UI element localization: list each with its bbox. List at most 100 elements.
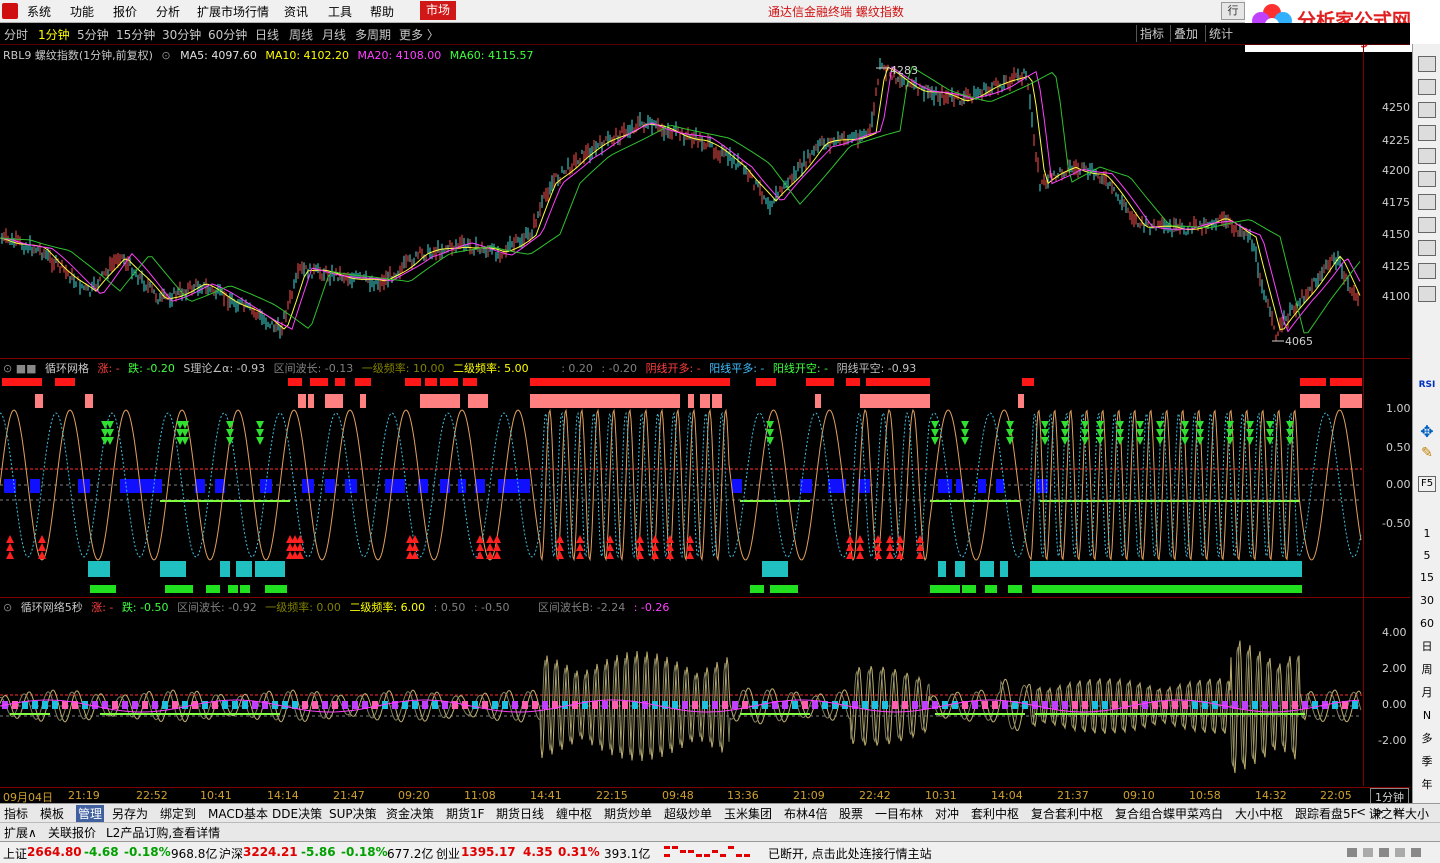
app-logo-icon[interactable] — [2, 3, 18, 19]
formula-tab[interactable]: 复合套利中枢 — [1031, 805, 1103, 822]
zero-block — [132, 701, 138, 709]
statistics-button[interactable]: 统计 — [1205, 25, 1236, 42]
sidebar-period[interactable]: 季 — [1416, 752, 1438, 771]
formula-tab[interactable]: 期货日线 — [496, 805, 544, 822]
overlay-button[interactable]: 叠加 — [1170, 25, 1201, 42]
market-button[interactable]: 市场 — [420, 1, 457, 20]
connection-status[interactable]: 已断开, 点击此处连接行情主站 — [768, 845, 932, 862]
formula-tab[interactable]: 指标 — [4, 805, 28, 822]
period-weekly[interactable]: 周线 — [289, 26, 313, 43]
signal-bar-pink — [530, 394, 680, 408]
sidebar-period[interactable]: 日 — [1416, 637, 1438, 656]
tab-extend[interactable]: 扩展∧ — [4, 824, 37, 841]
formula-tab[interactable]: 一目布林 — [875, 805, 923, 822]
sidebar-period[interactable]: 多 — [1416, 729, 1438, 748]
menu-extended-market[interactable]: 扩展市场行情 — [197, 3, 269, 20]
menu-function[interactable]: 功能 — [70, 3, 94, 20]
up-arrow — [846, 543, 854, 551]
period-more[interactable]: 更多 〉 — [399, 26, 439, 43]
zero-block — [602, 701, 608, 709]
rsi-icon[interactable]: RSI — [1416, 376, 1438, 395]
menu-quote[interactable]: 报价 — [113, 3, 137, 20]
sidebar-period[interactable]: 1 — [1416, 524, 1438, 543]
sidebar-period[interactable]: 月 — [1416, 683, 1438, 702]
down-arrow — [1096, 437, 1104, 445]
formula-tab[interactable]: 绑定到 — [160, 805, 196, 822]
candles-icon[interactable] — [1418, 194, 1436, 210]
formula-tab[interactable]: 布林4倍 — [784, 805, 828, 822]
date-tick: 22:52 — [136, 789, 168, 802]
zoom-icon[interactable] — [1418, 263, 1436, 279]
f5-icon[interactable]: F5 — [1418, 476, 1436, 492]
zero-block — [832, 701, 838, 709]
menu-news[interactable]: 资讯 — [284, 3, 308, 20]
formula-tab[interactable]: 股票 — [839, 805, 863, 822]
formula-tab[interactable]: 管理 — [76, 805, 105, 822]
formula-tab[interactable]: 缠中枢 — [556, 805, 592, 822]
period-15min[interactable]: 15分钟 — [116, 26, 155, 43]
formula-tab[interactable]: 期货炒单 — [604, 805, 652, 822]
menu-help[interactable]: 帮助 — [370, 3, 394, 20]
signal-bar-cyan — [1030, 561, 1302, 577]
menu-analysis[interactable]: 分析 — [156, 3, 180, 20]
period-1min[interactable]: 1分钟 — [38, 26, 70, 43]
formula-tab[interactable]: SUP决策 — [329, 805, 377, 822]
formula-tab[interactable]: 复合组合蝶甲菜鸡白 — [1115, 805, 1223, 822]
period-monthly[interactable]: 月线 — [322, 26, 346, 43]
sidebar-period[interactable]: 60 — [1416, 614, 1438, 633]
period-toolbar: 分时 1分钟 5分钟 15分钟 30分钟 60分钟 日线 周线 月线 多周期 更… — [0, 23, 1410, 45]
formula-tab[interactable]: 对冲 — [935, 805, 959, 822]
axis-tick: 4.00 — [1382, 626, 1407, 639]
table-icon[interactable] — [1418, 102, 1436, 118]
list-icon[interactable] — [1418, 79, 1436, 95]
tab-related-quote[interactable]: 关联报价 — [48, 824, 96, 841]
chart-icon[interactable] — [1418, 171, 1436, 187]
period-daily[interactable]: 日线 — [255, 26, 279, 43]
sidebar-period[interactable]: 年 — [1416, 775, 1438, 794]
period-60min[interactable]: 60分钟 — [208, 26, 247, 43]
pen-icon[interactable]: ✎ — [1416, 444, 1438, 463]
bars-icon[interactable] — [1418, 125, 1436, 141]
sidebar-period[interactable]: 15 — [1416, 568, 1438, 587]
sidebar-period[interactable]: 周 — [1416, 660, 1438, 679]
main-chart-panel[interactable]: RBL9 螺纹指数(1分钟,前复权) ⊙ MA5: 4097.60 MA10: … — [0, 45, 1410, 359]
signal-bar-red — [425, 378, 437, 386]
move-icon[interactable]: ✥ — [1416, 422, 1438, 441]
formula-tab[interactable]: 期货1F — [446, 805, 485, 822]
sidebar-period[interactable]: 30 — [1416, 591, 1438, 610]
indicator-button[interactable]: 指标 — [1136, 25, 1167, 42]
period-multi[interactable]: 多周期 — [355, 26, 391, 43]
indicator-panel-2[interactable]: ⊙ 循环网络5秒 涨: - 跌: -0.50 区间波长: -0.92 一级频率:… — [0, 598, 1410, 786]
tick-icon[interactable] — [1418, 286, 1436, 302]
compare-icon[interactable] — [1418, 240, 1436, 256]
hs-name: 沪深 — [219, 847, 244, 861]
formula-tab[interactable]: 跟踪看盘5F — [1295, 805, 1358, 822]
indicator-panel-1[interactable]: ⊙ ■■ 循环网格 涨: - 跌: -0.20 S理论∠α: -0.93 区间波… — [0, 359, 1411, 598]
period-5min[interactable]: 5分钟 — [77, 26, 109, 43]
formula-tab[interactable]: 另存为 — [112, 805, 148, 822]
up-arrow — [576, 535, 584, 543]
tab-add-icon[interactable]: + — [1392, 805, 1402, 819]
period-intraday[interactable]: 分时 — [4, 26, 28, 43]
sidebar-period[interactable]: 5 — [1416, 546, 1438, 565]
formula-tab[interactable]: 超级炒单 — [664, 805, 712, 822]
menu-tools[interactable]: 工具 — [328, 3, 352, 20]
period-30min[interactable]: 30分钟 — [162, 26, 201, 43]
formula-tab[interactable]: MACD基本 — [208, 805, 268, 822]
formula-tab[interactable]: 模板 — [40, 805, 64, 822]
grid-icon[interactable] — [1418, 56, 1436, 72]
formula-tab[interactable]: 套利中枢 — [971, 805, 1019, 822]
axis-tick: 2.00 — [1382, 662, 1407, 675]
formula-tab[interactable]: 大小中枢 — [1235, 805, 1283, 822]
chart-f10-icon[interactable] — [1418, 148, 1436, 164]
tab-scroll-left-icon[interactable]: < — [1356, 805, 1366, 819]
line-chart-icon[interactable] — [1418, 217, 1436, 233]
tab-l2-product[interactable]: L2产品订购,查看详情 — [106, 824, 220, 841]
tab-scroll-right-icon[interactable]: > — [1374, 805, 1384, 819]
menu-system[interactable]: 系统 — [27, 3, 51, 20]
formula-tab[interactable]: 资金决策 — [386, 805, 434, 822]
formula-tab[interactable]: DDE决策 — [272, 805, 322, 822]
mode-button[interactable]: 行 — [1221, 2, 1245, 20]
formula-tab[interactable]: 玉米集团 — [724, 805, 772, 822]
sidebar-period[interactable]: N — [1416, 706, 1438, 725]
